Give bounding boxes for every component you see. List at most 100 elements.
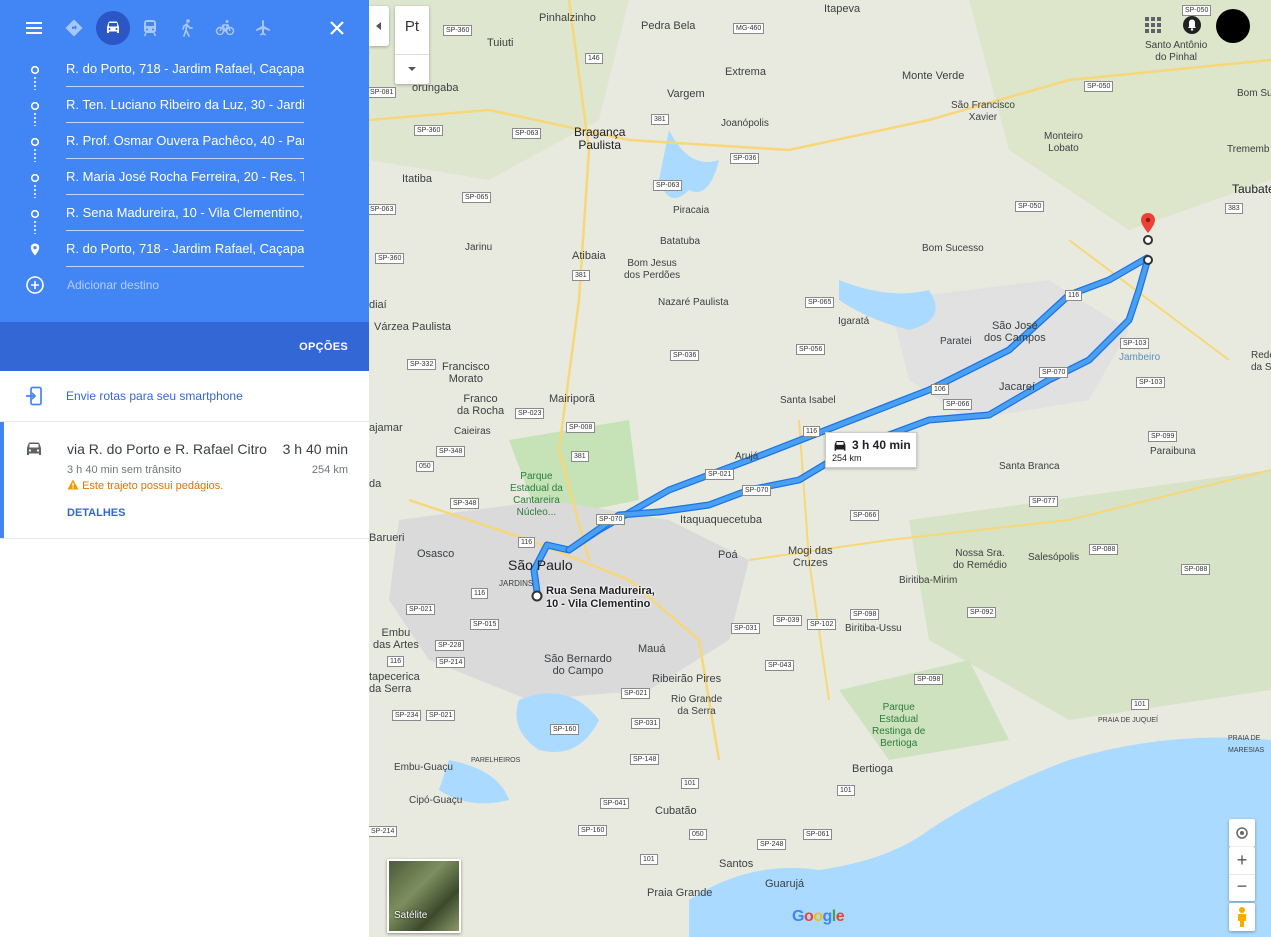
stop-circle-icon [30,101,40,111]
waypoint-input[interactable]: R. do Porto, 718 - Jardim Rafael, Caçapa… [66,56,304,87]
place-label: Reden da Se [1251,350,1271,373]
road-shield: SP-056 [796,344,826,355]
road-shield: SP-021 [406,604,436,615]
road-shield: SP-043 [765,660,795,671]
route-option-card[interactable]: via R. do Porto e R. Rafael Citro 3 h 40… [0,422,369,539]
waypoint-input[interactable]: R. do Porto, 718 - Jardim Rafael, Caçapa… [66,236,304,267]
waypoint-row: R. do Porto, 718 - Jardim Rafael, Caçapa… [0,236,369,267]
place-label: tapecerica da Serra [369,671,420,695]
road-shield: SP-214 [436,657,466,668]
cycling-mode-button[interactable] [208,11,242,45]
road-shield: SP-214 [369,826,398,837]
park-label: Parque Estadual Restinga de Bertioga [872,702,926,749]
driving-mode-button[interactable] [96,11,130,45]
road-shield: SP-065 [462,192,492,203]
car-icon [27,442,41,455]
place-label: Guarujá [765,878,805,890]
road-shield: SP-360 [414,125,444,136]
waypoint-input[interactable]: R. Maria José Rocha Ferreira, 20 - Res. … [66,164,304,195]
flights-mode-button[interactable] [246,11,280,45]
place-label: Jarinu [465,242,493,253]
road-shield: SP-039 [773,615,803,626]
menu-icon[interactable] [20,16,48,40]
pegman-icon [1238,907,1246,927]
place-label: Praia Grande [647,887,713,899]
road-shield: SP-015 [470,619,500,630]
route-details-link[interactable]: DETALHES [67,507,125,519]
options-button[interactable]: OPÇÕES [299,341,348,353]
place-label: Vargem [667,88,705,100]
road-shield: SP-061 [803,829,833,840]
send-to-phone-row[interactable]: Envie rotas para seu smartphone [0,371,369,422]
zoom-in-button[interactable]: + [1229,847,1255,875]
car-icon [834,440,846,451]
street-view-pegman[interactable] [1229,903,1255,931]
place-label: Várzea Paulista [374,321,452,333]
road-shield: 106 [931,384,949,395]
road-shield: SP-021 [426,710,456,721]
place-label: Tuiuti [487,37,514,49]
place-label: Monteiro Lobato [1044,131,1083,154]
transit-mode-button[interactable] [133,11,167,45]
close-icon[interactable] [325,16,349,40]
road-shield: SP-103 [1120,338,1150,349]
place-label: Paraibuna [1150,446,1196,457]
add-circle-icon [26,276,44,294]
apps-grid-icon[interactable] [1145,17,1161,33]
route-info-bubble[interactable]: 3 h 40 min 254 km [825,432,917,468]
route-connector-dots [34,220,36,234]
road-shield: SP-063 [653,180,683,191]
place-label: Bertioga [852,763,893,775]
road-shield: SP-036 [730,153,760,164]
notifications-icon[interactable] [1182,14,1202,36]
route-connector-dots [34,76,36,90]
route-title: via R. do Porto e R. Rafael Citro [67,441,267,457]
toll-warning-text: Este trajeto possui pedágios. [82,480,224,492]
route-connector-dots [34,184,36,198]
road-shield: SP-008 [566,422,596,433]
satellite-toggle[interactable]: Satélite [387,859,461,933]
road-shield: 383 [1225,203,1243,214]
add-destination-label: Adicionar destino [67,278,160,292]
road-shield: SP-332 [407,359,437,370]
place-label: Bragança Paulista [574,125,626,152]
waypoint-row: R. Ten. Luciano Ribeiro da Luz, 30 - Jar… [0,92,369,123]
waypoint-input[interactable]: R. Ten. Luciano Ribeiro da Luz, 30 - Jar… [66,92,304,123]
walking-mode-button[interactable] [170,11,204,45]
road-shield: SP-081 [369,87,397,98]
place-label: Bom Jesus dos Perdões [624,258,681,281]
place-label: Mairiporã [549,393,595,405]
place-label: Poá [718,549,738,561]
place-label: Santa Isabel [780,395,836,406]
place-label: Bom Suces [1237,88,1271,99]
place-label: Mogi das Cruzes [788,545,833,569]
place-label: Pedra Bela [641,20,696,32]
road-shield: SP-360 [443,25,473,36]
road-shield: SP-050 [1015,201,1045,212]
place-label: diaí [369,299,387,311]
best-route-mode-button[interactable] [57,11,91,45]
layer-selector: Pt [395,6,429,84]
road-shield: SP-065 [805,297,835,308]
my-location-button[interactable] [1229,819,1255,847]
place-label: Taubaté [1232,182,1271,196]
place-label: Batatuba [660,236,701,247]
place-label: Pinhalzinho [539,12,596,24]
waypoint-input[interactable]: R. Sena Madureira, 10 - Vila Clementino,… [66,200,304,231]
layer-language-button[interactable]: Pt [395,18,429,35]
account-avatar[interactable] [1216,9,1250,43]
road-shield: SP-103 [1136,377,1166,388]
zoom-out-button[interactable]: − [1229,874,1255,901]
waypoint-input[interactable]: R. Prof. Osmar Ouvera Pachêco, 40 - Parq… [66,128,304,159]
place-label: Igaratá [838,316,870,327]
place-label: Itatiba [402,173,432,185]
waypoint-row: R. Sena Madureira, 10 - Vila Clementino,… [0,200,369,231]
map-canvas[interactable]: Pinhalzinho Pedra Bela Itapeva Tuiuti Sa… [369,0,1271,937]
road-shield: SP-099 [1148,431,1178,442]
add-destination-button[interactable]: Adicionar destino [24,275,324,295]
place-label: Rio Grande da Serra [671,694,723,717]
stop-circle-icon [30,137,40,147]
road-shield: SP-102 [807,619,837,630]
collapse-panel-button[interactable] [369,6,389,46]
layer-dropdown-button[interactable] [395,54,429,85]
